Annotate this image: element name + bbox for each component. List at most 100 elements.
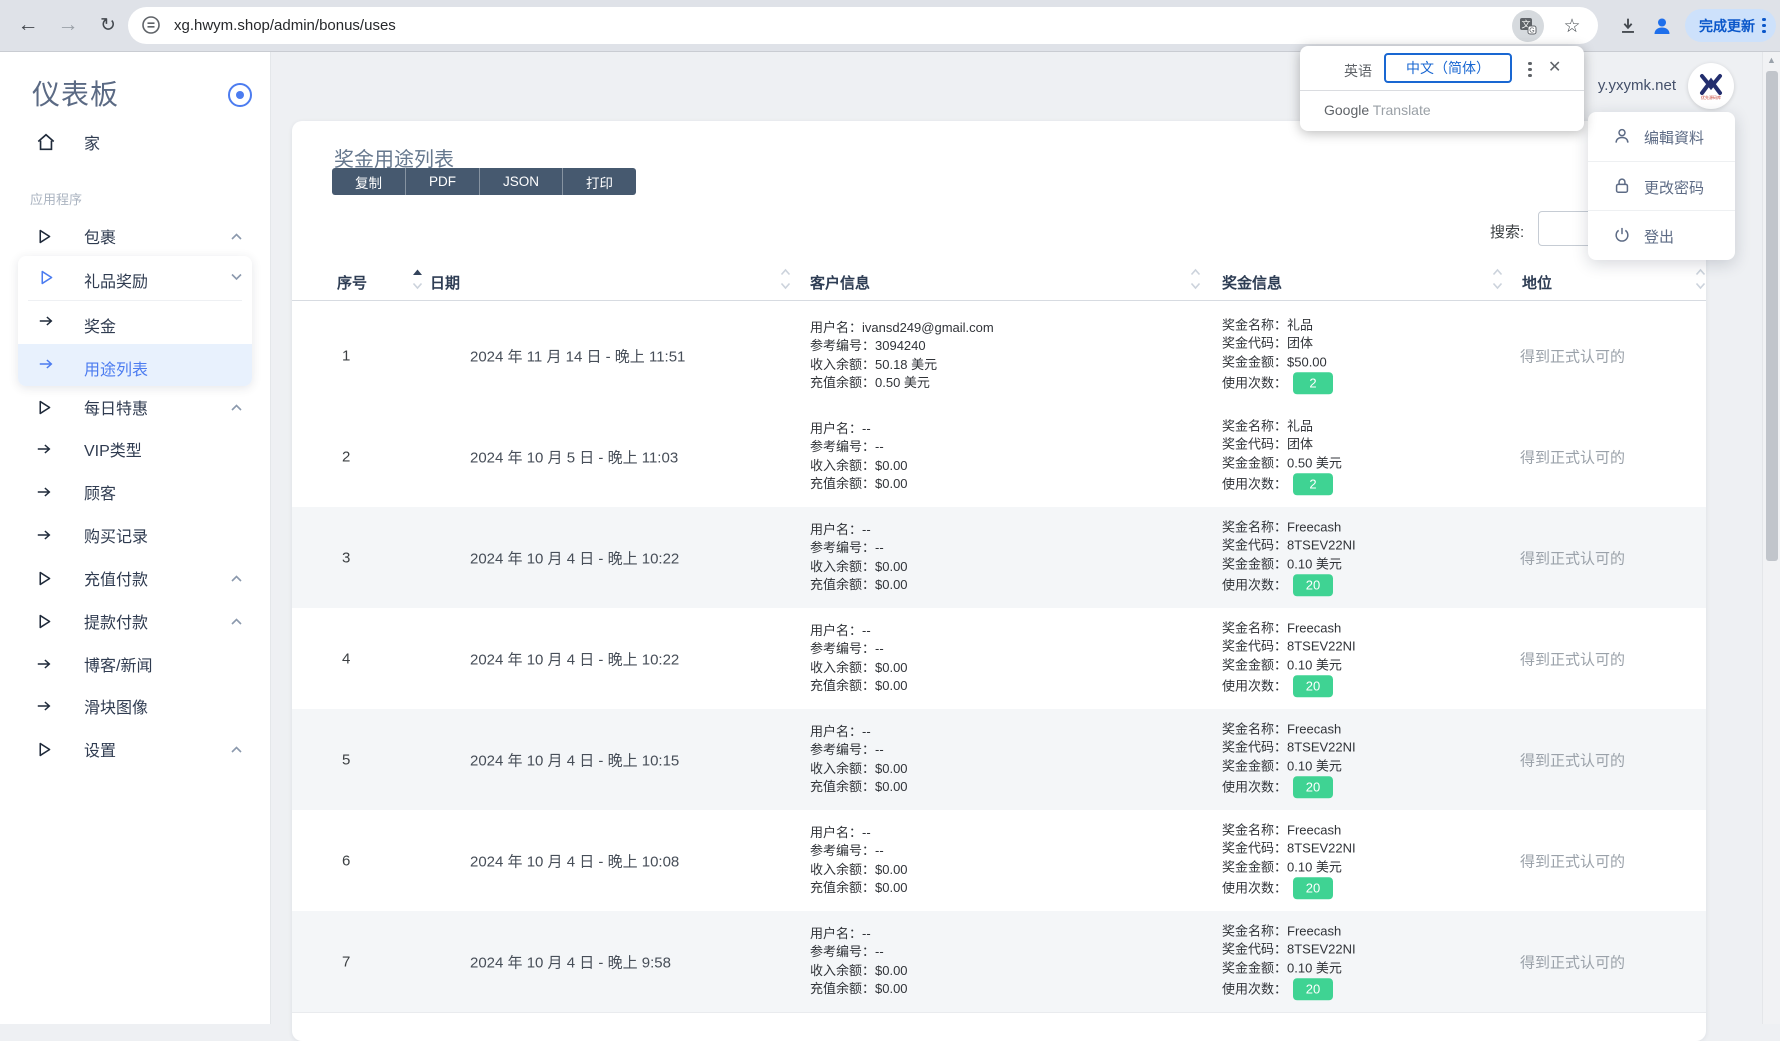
sidebar-item-home[interactable]: 家: [0, 121, 270, 163]
uses-badge: 2: [1293, 372, 1333, 394]
status-text: 得到正式认可的: [1520, 951, 1625, 972]
status-text: 得到正式认可的: [1520, 446, 1625, 467]
customer-line: 参考编号：--: [810, 741, 1110, 760]
play-icon: [36, 570, 53, 587]
play-icon: [36, 399, 53, 416]
forward-icon[interactable]: →: [54, 11, 82, 39]
download-icon[interactable]: [1612, 10, 1644, 42]
sidebar-item-uses-list[interactable]: 用途列表: [18, 344, 252, 386]
sidebar-item-packages[interactable]: 包裹: [0, 215, 270, 257]
sidebar-item-8[interactable]: 博客/新闻: [0, 643, 270, 685]
customer-line: 参考编号：--: [810, 539, 1110, 558]
customer-line: 收入余额：$0.00: [810, 558, 1110, 577]
bonus-line: 奖金名称：礼品: [1222, 316, 1502, 335]
play-icon: [36, 228, 53, 245]
uses-badge: 20: [1293, 877, 1333, 899]
uses-line: 使用次数：20: [1222, 674, 1502, 698]
sidebar-item-5[interactable]: 购买记录: [0, 514, 270, 556]
row-date: 2024 年 10 月 4 日 - 晚上 10:22: [470, 648, 679, 669]
scrollbar-up-icon[interactable]: ▲: [1767, 55, 1776, 65]
translate-options-icon[interactable]: [1528, 59, 1532, 80]
chevron-up-icon: [230, 232, 243, 241]
menu-item-change-password[interactable]: 更改密码: [1588, 162, 1735, 211]
address-bar[interactable]: xg.hwym.shop/admin/bonus/uses 文G ☆: [128, 7, 1598, 44]
row-date: 2024 年 10 月 4 日 - 晚上 10:22: [470, 547, 679, 568]
customer-line: 收入余额：$0.00: [810, 659, 1110, 678]
sidebar-section-label: 应用程序: [30, 189, 82, 208]
chevron-down-icon: [230, 272, 243, 281]
customer-line: 用户名：--: [810, 925, 1110, 944]
uses-label: 使用次数：: [1222, 775, 1287, 799]
profile-icon[interactable]: [1646, 10, 1678, 42]
bonus-line: 奖金名称：Freecash: [1222, 619, 1502, 638]
bonus-line: 奖金金额：$50.00: [1222, 353, 1502, 372]
sidebar-item-7[interactable]: 提款付款: [0, 600, 270, 642]
sidebar-item-3[interactable]: VIP类型: [0, 428, 270, 470]
sidebar-title: 仪表板: [32, 73, 119, 113]
customer-line: 收入余额：$0.00: [810, 962, 1110, 981]
gift-reward-submenu: 礼品奖励 奖金 用途列表: [18, 256, 252, 386]
customer-line: 用户名：--: [810, 824, 1110, 843]
bonus-info: 奖金名称：Freecash奖金代码：8TSEV22NI奖金金额：0.10 美元使…: [1222, 922, 1502, 1002]
uses-badge: 2: [1293, 473, 1333, 495]
row-date: 2024 年 10 月 4 日 - 晚上 10:15: [470, 749, 679, 770]
back-icon[interactable]: ←: [14, 11, 42, 39]
bonus-line: 奖金代码：团体: [1222, 435, 1502, 454]
sidebar-item-gift-reward[interactable]: 礼品奖励: [18, 256, 252, 300]
customer-line: 用户名：--: [810, 723, 1110, 742]
arrow-right-icon: [36, 528, 52, 542]
page-scrollbar[interactable]: ▲: [1762, 51, 1780, 1024]
sidebar-item-2[interactable]: 每日特惠: [0, 386, 270, 428]
bonus-info: 奖金名称：Freecash奖金代码：8TSEV22NI奖金金额：0.10 美元使…: [1222, 821, 1502, 901]
status-text: 得到正式认可的: [1520, 345, 1625, 366]
sidebar-item-bonus[interactable]: 奖金: [18, 301, 252, 345]
reload-icon[interactable]: ↻: [94, 11, 122, 39]
menu-item-edit-profile[interactable]: 编輯資料: [1588, 112, 1735, 161]
uses-label: 使用次数：: [1222, 977, 1287, 1001]
uses-line: 使用次数：20: [1222, 977, 1502, 1001]
svg-text:G: G: [1529, 27, 1534, 34]
lock-icon: [1612, 176, 1632, 196]
site-logo-avatar[interactable]: 优先源码库: [1688, 63, 1734, 109]
customer-line: 充值余额：$0.00: [810, 576, 1110, 595]
chrome-update-button[interactable]: 完成更新: [1685, 9, 1776, 42]
table-row: 22024 年 10 月 5 日 - 晚上 11:03用户名：--参考编号：--…: [292, 406, 1706, 508]
table-row: 52024 年 10 月 4 日 - 晚上 10:15用户名：--参考编号：--…: [292, 709, 1706, 811]
row-date: 2024 年 10 月 4 日 - 晚上 10:08: [470, 850, 679, 871]
chrome-menu-icon[interactable]: [1762, 15, 1766, 36]
translate-icon[interactable]: 文G: [1512, 10, 1544, 42]
row-serial: 4: [342, 650, 350, 667]
table-row: 62024 年 10 月 4 日 - 晚上 10:08用户名：--参考编号：--…: [292, 810, 1706, 912]
uses-line: 使用次数：20: [1222, 573, 1502, 597]
arrow-right-icon: [38, 357, 54, 371]
menu-item-logout[interactable]: 登出: [1588, 211, 1735, 260]
translate-tab-english[interactable]: 英语: [1344, 61, 1372, 81]
sidebar-item-6[interactable]: 充值付款: [0, 557, 270, 599]
uses-label: 使用次数：: [1222, 573, 1287, 597]
bonus-line: 奖金金额：0.10 美元: [1222, 959, 1502, 978]
bonus-info: 奖金名称：礼品奖金代码：团体奖金金额：$50.00使用次数：2: [1222, 316, 1502, 396]
home-icon: [36, 132, 56, 152]
chevron-up-icon: [230, 574, 243, 583]
row-serial: 3: [342, 549, 350, 566]
sidebar-toggle-icon[interactable]: [228, 83, 252, 107]
sidebar-item-9[interactable]: 滑块图像: [0, 685, 270, 727]
customer-info: 用户名：--参考编号：--收入余额：$0.00充值余额：$0.00: [810, 824, 1110, 898]
bonus-line: 奖金名称：Freecash: [1222, 518, 1502, 537]
uses-label: 使用次数：: [1222, 876, 1287, 900]
bookmark-star-icon[interactable]: ☆: [1556, 10, 1588, 42]
customer-info: 用户名：--参考编号：--收入余额：$0.00充值余额：$0.00: [810, 622, 1110, 696]
site-settings-icon[interactable]: [140, 14, 162, 36]
arrow-right-icon: [36, 442, 52, 456]
sidebar-item-4[interactable]: 顾客: [0, 471, 270, 513]
row-serial: 2: [342, 448, 350, 465]
scrollbar-thumb[interactable]: [1766, 71, 1778, 561]
bonus-info: 奖金名称：Freecash奖金代码：8TSEV22NI奖金金额：0.10 美元使…: [1222, 619, 1502, 699]
translate-tab-chinese[interactable]: 中文（简体）: [1384, 53, 1512, 83]
uses-badge: 20: [1293, 776, 1333, 798]
google-translate-brand: Google Translate: [1324, 102, 1431, 118]
uses-line: 使用次数： 20: [1222, 775, 1502, 799]
bonus-line: 奖金名称：礼品: [1222, 417, 1502, 436]
sidebar-item-10[interactable]: 设置: [0, 728, 270, 770]
translate-close-icon[interactable]: ✕: [1548, 57, 1561, 77]
